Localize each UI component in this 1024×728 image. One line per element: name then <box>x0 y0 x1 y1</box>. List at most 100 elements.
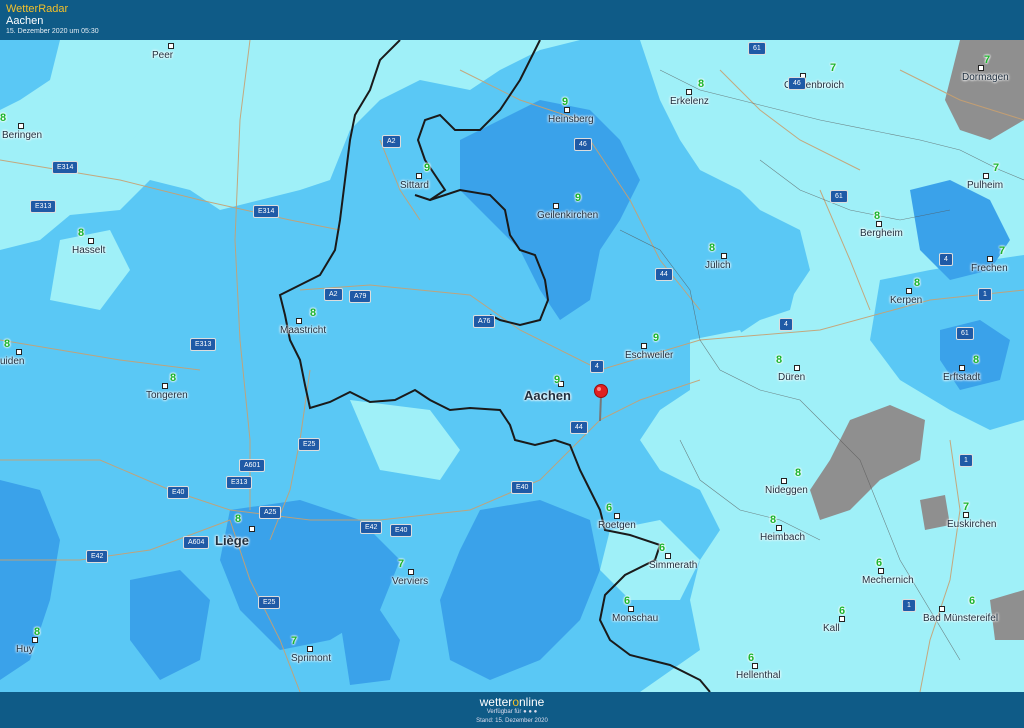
place-pulheim[interactable]: Pulheim 7 <box>967 162 1003 191</box>
place-marker-icon <box>88 238 94 244</box>
place-heinsberg[interactable]: Heinsberg 9 <box>548 96 594 125</box>
road-shield: 46 <box>788 77 806 90</box>
place-label: Geilenkirchen <box>537 210 599 221</box>
temperature-value: 8 <box>874 210 881 222</box>
location-title: Aachen <box>6 15 44 27</box>
place-label: uiden <box>0 356 25 367</box>
place-label: Maastricht <box>280 325 327 336</box>
location-pin-icon[interactable] <box>593 383 609 423</box>
temperature-value: 8 <box>914 277 921 289</box>
place-j-lich[interactable]: Jülich 8 <box>705 242 731 271</box>
temperature-value: 6 <box>839 605 846 617</box>
road-shield: E40 <box>390 524 413 537</box>
place-label: Heinsberg <box>548 114 594 125</box>
place-label: Bad Münstereifel <box>923 613 999 624</box>
temperature-value: 7 <box>993 162 1000 174</box>
road-shield: 1 <box>978 288 992 301</box>
place-sittard[interactable]: Sittard 9 <box>400 162 430 191</box>
place-label: Simmerath <box>649 560 698 571</box>
available-label: Verfügbar für ● ● ● <box>486 709 538 715</box>
temperature-value: 7 <box>291 635 298 647</box>
place-sprimont[interactable]: Sprimont 7 <box>291 635 332 664</box>
place-marker-icon <box>162 383 168 389</box>
temperature-value: 9 <box>424 162 431 174</box>
temperature-value: 8 <box>709 242 716 254</box>
place-d-ren[interactable]: Düren 8 <box>776 354 805 383</box>
temperature-value: 6 <box>624 595 631 607</box>
road-shield: A601 <box>239 459 266 472</box>
place-eschweiler[interactable]: Eschweiler 9 <box>625 332 674 361</box>
place-frechen[interactable]: Frechen 7 <box>971 245 1008 274</box>
place-label: Sittard <box>400 180 429 191</box>
place-marker-icon <box>794 365 800 371</box>
place-kerpen[interactable]: Kerpen 8 <box>890 277 922 306</box>
place-hellenthal[interactable]: Hellenthal 6 <box>736 652 781 681</box>
place-tongeren[interactable]: Tongeren 8 <box>146 372 188 401</box>
road-shield: 61 <box>956 327 974 340</box>
temperature-value: 7 <box>963 501 970 513</box>
place-label: Peer <box>152 50 174 61</box>
road-shield: E42 <box>360 521 383 534</box>
place-label: Eschweiler <box>625 350 674 361</box>
place-uiden[interactable]: uiden 8 <box>0 338 25 367</box>
platform-dots-icon: ● ● ● <box>523 709 538 715</box>
place-li-ge[interactable]: Liège 8 <box>215 513 255 548</box>
wetteronline-logo[interactable]: wetteronline <box>0 695 1024 709</box>
place-erftstadt[interactable]: Erftstadt 8 <box>943 354 980 383</box>
place-label: Huy <box>16 644 34 655</box>
place-huy[interactable]: Huy 8 <box>16 626 40 655</box>
road-shield: 4 <box>590 360 604 373</box>
road-shield: A604 <box>183 536 210 549</box>
road-shield: A25 <box>259 506 282 519</box>
temperature-value: 8 <box>170 372 177 384</box>
place-erkelenz[interactable]: Erkelenz 8 <box>670 78 709 107</box>
temperature-value: 8 <box>973 354 980 366</box>
place-aachen[interactable]: Aachen 9 <box>524 374 571 403</box>
place-label: Frechen <box>971 263 1008 274</box>
place-bergheim[interactable]: Bergheim 8 <box>860 210 903 239</box>
place-label: Liège <box>215 533 249 548</box>
place-heimbach[interactable]: Heimbach 8 <box>760 514 806 543</box>
place-label: Sprimont <box>291 653 332 664</box>
place-label: Erkelenz <box>670 96 709 107</box>
place-dormagen[interactable]: Dormagen 7 <box>962 54 1009 83</box>
road-shield: 61 <box>748 42 766 55</box>
place-marker-icon <box>614 513 620 519</box>
radar-map[interactable]: Peer Beringen 8 Hasselt 8 uiden 8 Tongeren 8 Maas… <box>0 40 1024 692</box>
temperature-value: 8 <box>78 227 85 239</box>
place-simmerath[interactable]: Simmerath 6 <box>649 542 698 571</box>
place-nideggen[interactable]: Nideggen 8 <box>765 467 808 496</box>
place-bad-m-nstereifel[interactable]: Bad Münstereifel 6 <box>923 595 999 624</box>
place-roetgen[interactable]: Roetgen 6 <box>598 502 636 531</box>
place-marker-icon <box>776 525 782 531</box>
place-marker-icon <box>168 43 174 49</box>
place-marker-icon <box>665 553 671 559</box>
place-euskirchen[interactable]: Euskirchen 7 <box>947 501 996 530</box>
place-hasselt[interactable]: Hasselt 8 <box>72 227 105 256</box>
temperature-value: 9 <box>575 192 582 204</box>
place-marker-icon <box>553 203 559 209</box>
road-shield: 4 <box>939 253 953 266</box>
place-kall[interactable]: Kall 6 <box>823 605 845 634</box>
road-shield: 44 <box>655 268 673 281</box>
place-label: Heimbach <box>760 532 806 543</box>
road-shield: E40 <box>167 486 190 499</box>
place-beringen[interactable]: Beringen 8 <box>0 112 43 141</box>
place-mechernich[interactable]: Mechernich 6 <box>862 557 914 586</box>
radar-layer <box>0 40 1024 692</box>
place-verviers[interactable]: Verviers 7 <box>392 558 428 587</box>
temperature-value: 7 <box>830 62 837 74</box>
temperature-value: 6 <box>606 502 613 514</box>
place-label: Tongeren <box>146 390 188 401</box>
place-maastricht[interactable]: Maastricht 8 <box>280 307 327 336</box>
temperature-value: 6 <box>748 652 755 664</box>
place-marker-icon <box>939 606 945 612</box>
place-peer[interactable]: Peer <box>152 43 174 61</box>
place-label: Hellenthal <box>736 670 781 681</box>
road-shield: E313 <box>30 200 57 213</box>
place-marker-icon <box>416 173 422 179</box>
temperature-value: 8 <box>770 514 777 526</box>
place-monschau[interactable]: Monschau 6 <box>612 595 658 624</box>
place-geilenkirchen[interactable]: Geilenkirchen 9 <box>537 192 599 221</box>
place-label: Beringen <box>2 130 43 141</box>
